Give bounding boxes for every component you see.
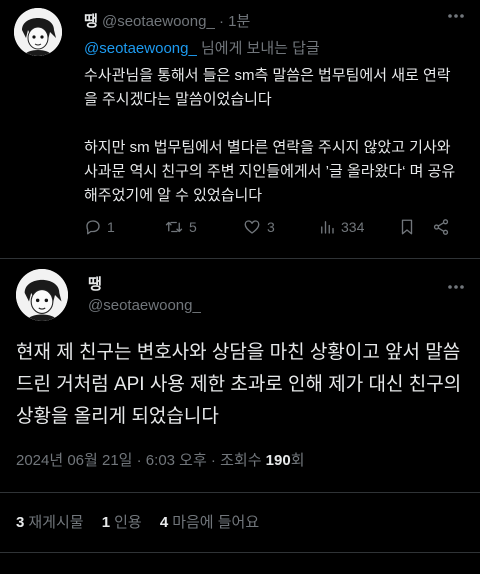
views-button[interactable]: 334 — [318, 218, 364, 236]
like-button[interactable]: 3 — [242, 218, 275, 236]
heart-icon — [244, 220, 260, 234]
avatar[interactable] — [14, 8, 62, 56]
divider — [0, 552, 480, 553]
tweet-meta[interactable]: 2024년 06월 21일 · 6:03 오후 · 조회수 190회 — [16, 449, 305, 470]
retweet-count: 5 — [189, 219, 197, 235]
replying-to-suffix: 님에게 보내는 답글 — [200, 40, 320, 57]
retweets-stat-label: 재게시물 — [28, 514, 84, 531]
more-options-icon[interactable] — [446, 277, 466, 302]
tweet-text: 현재 제 친구는 변호사와 상담을 마친 상황이고 앞서 말씀드린 거처럼 AP… — [16, 342, 462, 427]
likes-stat-count: 4 — [159, 514, 169, 531]
quotes-stat-label: 인용 — [114, 514, 142, 531]
tweet-actions: 1 5 3 334 — [84, 218, 464, 242]
share-icon — [433, 219, 449, 235]
replying-to: @seotaewoong_ 님에게 보내는 답글 — [84, 37, 320, 58]
bar-chart-icon — [321, 221, 334, 234]
replying-to-handle[interactable]: @seotaewoong_ — [84, 40, 197, 57]
divider — [0, 258, 480, 259]
view-unit: 회 — [290, 452, 305, 469]
reply-button[interactable]: 1 — [84, 218, 115, 236]
retweet-button[interactable]: 5 — [164, 218, 197, 236]
view-count: 190 — [265, 452, 291, 469]
more-options-icon[interactable] — [446, 6, 466, 31]
handle[interactable]: @seotaewoong_ — [88, 297, 201, 314]
retweets-stat[interactable]: 3 재게시물 — [16, 514, 84, 531]
bookmark-button[interactable] — [398, 218, 416, 236]
reply-icon — [86, 220, 100, 235]
timestamp: 2024년 06월 21일 · 6:03 오후 · 조회수 — [16, 452, 266, 469]
timestamp[interactable]: 1분 — [228, 13, 250, 30]
quotes-stat[interactable]: 1 인용 — [102, 514, 142, 531]
tweet-text: 수사관님을 통해서 들은 sm측 말씀은 법무팀에서 새로 연락을 주시겠다는 … — [84, 67, 456, 204]
reply-tweet-header: 땡 @seotaewoong_ · 1분 — [84, 10, 250, 31]
likes-stat-label: 마음에 들어요 — [172, 514, 260, 531]
likes-stat[interactable]: 4 마음에 들어요 — [160, 514, 259, 531]
like-count: 3 — [267, 219, 275, 235]
engagement-stats: 3 재게시물 1 인용 4 마음에 들어요 — [16, 511, 273, 532]
retweets-stat-count: 3 — [16, 514, 25, 531]
view-count: 334 — [341, 219, 365, 235]
display-name[interactable]: 땡 — [88, 273, 102, 294]
quotes-stat-count: 1 — [101, 514, 111, 531]
divider — [0, 492, 480, 493]
handle[interactable]: @seotaewoong_ — [102, 13, 215, 30]
reply-tweet[interactable]: 땡 @seotaewoong_ · 1분 @seotaewoong_ 님에게 보… — [0, 0, 480, 258]
retweet-icon — [165, 221, 183, 233]
share-button[interactable] — [432, 218, 450, 236]
bookmark-icon — [401, 219, 413, 235]
separator-dot: · — [218, 13, 224, 30]
reply-count: 1 — [107, 219, 115, 235]
display-name[interactable]: 땡 — [84, 13, 98, 30]
avatar[interactable] — [16, 269, 68, 321]
